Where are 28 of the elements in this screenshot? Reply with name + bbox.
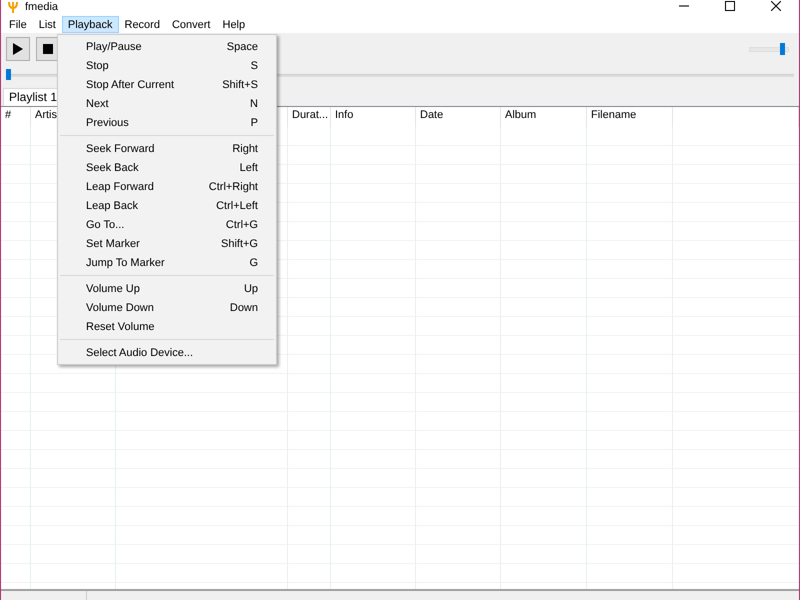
app-logo-icon xyxy=(7,1,19,13)
menu-entry[interactable]: Volume Up Up xyxy=(58,279,276,298)
play-button[interactable] xyxy=(6,37,30,61)
menu-entry[interactable]: Select Audio Device... xyxy=(58,343,276,362)
menu-entry[interactable]: Go To... Ctrl+G xyxy=(58,215,276,234)
menu-item[interactable]: List xyxy=(32,16,62,33)
menu-entry[interactable]: Reset Volume xyxy=(58,317,276,336)
menu-item[interactable]: Record xyxy=(118,16,166,33)
stop-icon xyxy=(43,44,53,54)
menu-item[interactable]: File xyxy=(3,16,33,33)
menu-item[interactable]: Help xyxy=(216,16,252,33)
menu-item[interactable]: Playback xyxy=(62,16,118,33)
menu-entry[interactable]: Stop S xyxy=(58,56,276,75)
maximize-icon xyxy=(725,1,735,11)
menu-item[interactable]: Convert xyxy=(166,16,216,33)
menu-entry[interactable]: Leap Forward Ctrl+Right xyxy=(58,177,276,196)
menu-entry[interactable]: Seek Back Left xyxy=(58,158,276,177)
menu-entry[interactable]: Jump To Marker G xyxy=(58,253,276,272)
menu-entry[interactable]: Volume Down Down xyxy=(58,298,276,317)
menu-entry[interactable]: Set Marker Shift+G xyxy=(58,234,276,253)
menu-entry[interactable]: Seek Forward Right xyxy=(58,139,276,158)
menu-entry[interactable]: Leap Back Ctrl+Left xyxy=(58,196,276,215)
menu-entry[interactable]: Previous P xyxy=(58,113,276,132)
close-icon xyxy=(771,1,781,11)
play-icon xyxy=(12,43,24,55)
menu-entry[interactable]: Play/Pause Space xyxy=(58,37,276,56)
volume-slider[interactable] xyxy=(749,45,789,53)
window-title: fmedia xyxy=(25,1,58,14)
